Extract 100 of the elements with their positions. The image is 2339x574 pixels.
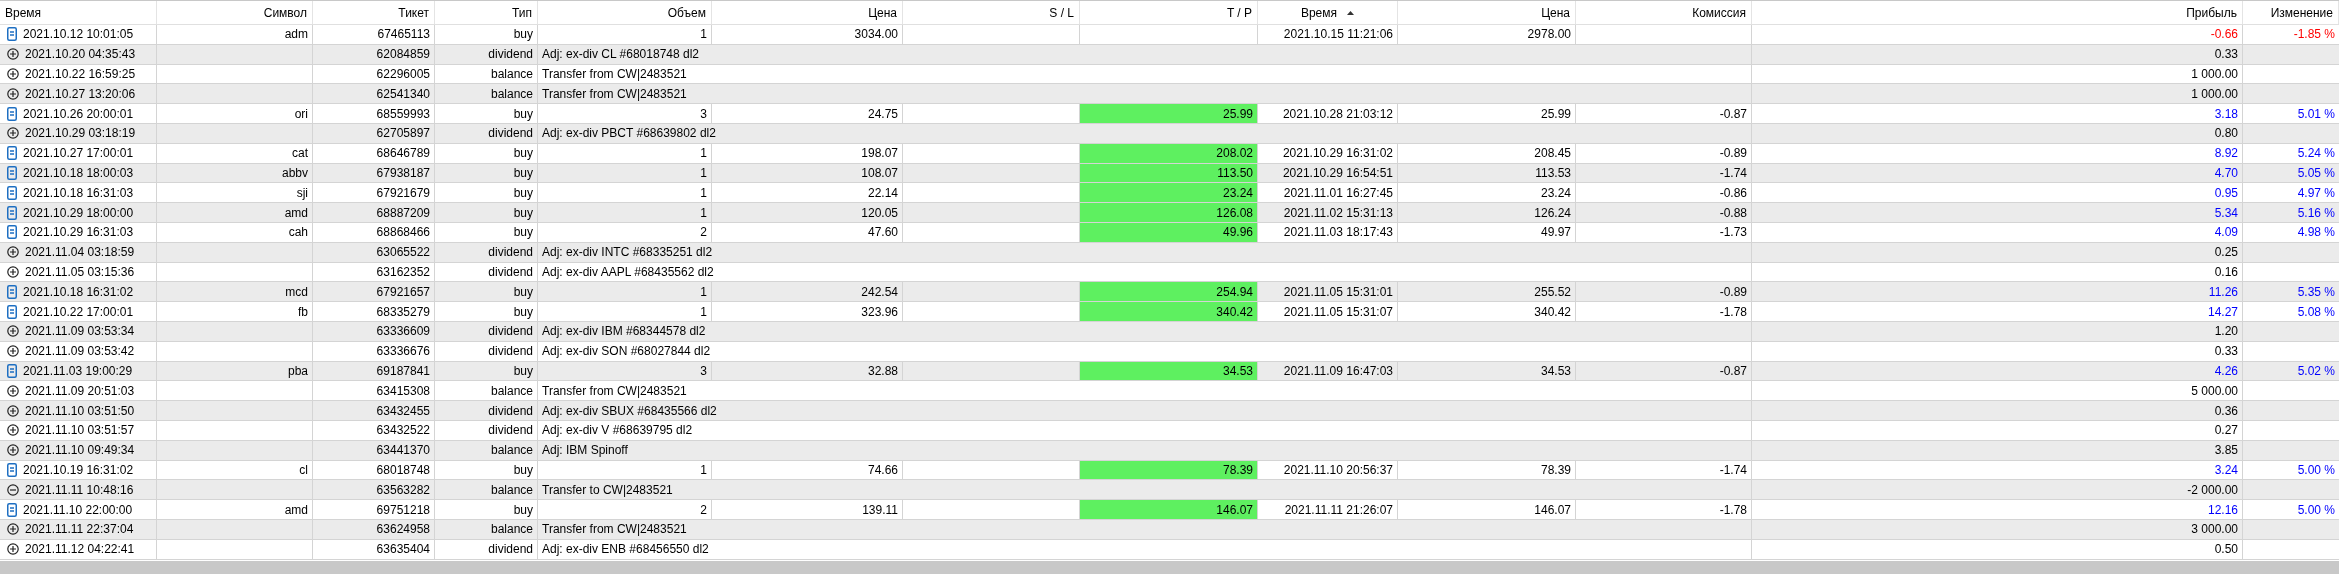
- table-cell: dividend: [435, 321, 538, 341]
- table-row[interactable]: 2021.11.11 10:48:16 63563282 balance Transfer to CW|2483521 -2 000.00: [0, 480, 2339, 501]
- table-cell: 63065522: [313, 242, 435, 262]
- table-row[interactable]: 2021.10.27 13:20:06 62541340 balance Transfer from CW|2483521 1 000.00: [0, 84, 2339, 105]
- table-row[interactable]: 2021.11.10 03:51:50 63432455 dividend Adj: ex-div SBUX #68435566 dl2 0.36: [0, 401, 2339, 421]
- table-row[interactable]: 2021.10.18 16:31:02 mcd 67921657 buy 1 242.54 254.94 2021.11.05 15:31:01 255.52 -0.89 11.26 5.35 %: [0, 282, 2339, 303]
- table-cell-text: 2021.10.22 17:00:01: [23, 303, 134, 321]
- table-cell: dividend: [435, 341, 538, 361]
- table-cell: Adj: IBM Spinoff: [538, 440, 1752, 460]
- table-cell: Adj: ex-div INTC #68335251 dl2: [538, 242, 1752, 262]
- document-icon: [7, 106, 17, 121]
- table-cell-text: 4.98 %: [2296, 224, 2336, 242]
- plus-circle-icon: [7, 543, 19, 556]
- table-cell: 23.24: [1080, 183, 1258, 203]
- table-cell: 254.94: [1080, 282, 1258, 302]
- table-row[interactable]: 2021.10.26 20:00:01 ori 68559993 buy 3 24.75 25.99 2021.10.28 21:03:12 25.99 -0.87 3.18 5.01 %: [0, 104, 2339, 124]
- table-row[interactable]: 2021.11.09 20:51:03 63415308 balance Transfer from CW|2483521 5 000.00: [0, 381, 2339, 402]
- table-cell: amd: [157, 203, 313, 222]
- table-cell-text: 2021.11.10 03:51:50: [25, 402, 135, 420]
- table-row[interactable]: 2021.11.12 04:22:41 63635404 dividend Adj: ex-div ENB #68456550 dl2 0.50: [0, 539, 2339, 560]
- table-cell: 47.60: [712, 222, 903, 242]
- table-cell: 74.66: [712, 460, 903, 480]
- table-row[interactable]: 2021.10.27 17:00:01 cat 68646789 buy 1 198.07 208.02 2021.10.29 16:31:02 208.45 -0.89 8.92 5.24 %: [0, 143, 2339, 164]
- table-row[interactable]: 2021.10.22 17:00:01 fb 68335279 buy 1 323.96 340.42 2021.11.05 15:31:07 340.42 -1.78 14.27 5.08 %: [0, 302, 2339, 322]
- table-row[interactable]: 2021.11.05 03:15:36 63162352 dividend Adj: ex-div AAPL #68435562 dl2 0.16: [0, 262, 2339, 283]
- table-cell: 2021.11.09 16:47:03: [1258, 361, 1398, 381]
- table-cell: 0.80: [1752, 124, 2243, 143]
- table-cell: 0.50: [1752, 539, 2243, 559]
- table-cell: balance: [435, 519, 538, 539]
- table-cell: dividend: [435, 124, 538, 143]
- table-cell: 63432455: [313, 401, 435, 420]
- table-cell: 69187841: [313, 361, 435, 381]
- table-cell: 0.36: [1752, 401, 2243, 420]
- table-cell-text: 2021.10.29 03:18:19: [25, 125, 136, 143]
- table-cell: 146.07: [1080, 500, 1258, 519]
- table-cell: 113.53: [1398, 163, 1576, 183]
- table-row[interactable]: 2021.11.09 03:53:42 63336676 dividend Adj: ex-div SON #68027844 dl2 0.33: [0, 341, 2339, 362]
- table-cell: Transfer from CW|2483521: [538, 381, 1752, 401]
- table-cell: 120.05: [712, 203, 903, 222]
- table-row[interactable]: 2021.11.04 03:18:59 63065522 dividend Adj: ex-div INTC #68335251 dl2 0.25: [0, 242, 2339, 263]
- table-cell: 1: [538, 143, 712, 163]
- table-row[interactable]: 2021.11.10 03:51:57 63432522 dividend Adj: ex-div V #68639795 dl2 0.27: [0, 420, 2339, 441]
- table-cell: 208.45: [1398, 143, 1576, 163]
- plus-circle-icon: [7, 384, 19, 397]
- table-cell: 68646789: [313, 143, 435, 163]
- table-cell-text: 5.08 %: [2296, 303, 2336, 321]
- plus-circle-icon: [7, 325, 19, 338]
- table-row[interactable]: 2021.10.20 04:35:43 62084859 dividend Adj: ex-div CL #68018748 dl2 0.33: [0, 44, 2339, 65]
- table-cell: 108.07: [712, 163, 903, 183]
- table-row[interactable]: 2021.10.19 16:31:02 cl 68018748 buy 1 74.66 78.39 2021.11.10 20:56:37 78.39 -1.74 3.24 5.00 %: [0, 460, 2339, 481]
- table-cell: buy: [435, 302, 538, 321]
- table-cell: Adj: ex-div CL #68018748 dl2: [538, 44, 1752, 64]
- table-cell: 0.33: [1752, 341, 2243, 361]
- table-cell: dividend: [435, 420, 538, 440]
- table-cell-text: 2021.10.18 18:00:03: [23, 164, 134, 182]
- table-cell: 68559993: [313, 104, 435, 123]
- table-cell: fb: [157, 302, 313, 321]
- table-row[interactable]: 2021.10.18 16:31:03 sji 67921679 buy 1 22.14 23.24 2021.11.01 16:27:45 23.24 -0.86 0.95 4.97 %: [0, 183, 2339, 204]
- table-row[interactable]: 2021.10.18 18:00:03 abbv 67938187 buy 1 108.07 113.50 2021.10.29 16:54:51 113.53 -1.74 4.70 5.05 %: [0, 163, 2339, 184]
- table-row[interactable]: 2021.10.29 18:00:00 amd 68887209 buy 1 120.05 126.08 2021.11.02 15:31:13 126.24 -0.88 5.34 5.16 %: [0, 203, 2339, 223]
- document-icon: [7, 146, 17, 161]
- table-cell: 126.24: [1398, 203, 1576, 222]
- table-cell-text: 2021.11.10 03:51:57: [25, 422, 135, 440]
- table-cell: 68018748: [313, 460, 435, 480]
- table-row[interactable]: 2021.10.29 16:31:03 cah 68868466 buy 2 47.60 49.96 2021.11.03 18:17:43 49.97 -1.73 4.09 4.98 %: [0, 222, 2339, 243]
- document-icon: [7, 304, 17, 319]
- table-cell-text: 2021.10.27 17:00:01: [23, 145, 134, 163]
- table-row[interactable]: 2021.11.03 19:00:29 pba 69187841 buy 3 32.88 34.53 2021.11.09 16:47:03 34.53 -0.87 4.26 5.02 %: [0, 361, 2339, 382]
- table-row[interactable]: 2021.11.11 22:37:04 63624958 balance Transfer from CW|2483521 3 000.00: [0, 519, 2339, 540]
- table-row[interactable]: 2021.10.12 10:01:05 adm 67465113 buy 1 3034.00 2021.10.15 11:21:06 2978.00 -0.66 -1.85 %: [0, 25, 2339, 45]
- table-cell: 67921657: [313, 282, 435, 302]
- plus-circle-icon: [7, 345, 19, 358]
- table-cell-text: 5.02 %: [2296, 362, 2336, 380]
- table-cell: 1: [538, 183, 712, 203]
- table-row[interactable]: 2021.10.29 03:18:19 62705897 dividend Adj: ex-div PBCT #68639802 dl2 0.80: [0, 124, 2339, 144]
- table-cell: 2021.10.28 21:03:12: [1258, 104, 1398, 123]
- table-cell: 63415308: [313, 381, 435, 401]
- table-row[interactable]: 2021.11.10 22:00:00 amd 69751218 buy 2 139.11 146.07 2021.11.11 21:26:07 146.07 -1.78 12.16 5.00 %: [0, 500, 2339, 520]
- table-cell: 0.25: [1752, 242, 2243, 262]
- table-cell-text: 2021.10.19 16:31:02: [23, 461, 134, 479]
- table-cell: cl: [157, 460, 313, 480]
- table-cell: 62541340: [313, 84, 435, 104]
- table-cell-text: 2021.10.18 16:31:03: [23, 184, 134, 202]
- table-cell-text: 2021.11.09 03:53:34: [25, 323, 135, 341]
- table-cell: mcd: [157, 282, 313, 302]
- table-cell: 63441370: [313, 440, 435, 460]
- table-cell: 4.26: [1752, 361, 2243, 381]
- table-cell: 5 000.00: [1752, 381, 2243, 401]
- table-cell: 3.85: [1752, 440, 2243, 460]
- table-cell-text: 2021.10.26 20:00:01: [23, 105, 134, 123]
- table-row[interactable]: 2021.11.09 03:53:34 63336609 dividend Adj: ex-div IBM #68344578 dl2 1.20: [0, 321, 2339, 342]
- table-cell: -1.73: [1576, 222, 1752, 242]
- table-cell: 49.97: [1398, 222, 1576, 242]
- table-row[interactable]: 2021.11.10 09:49:34 63441370 balance Adj: IBM Spinoff 3.85: [0, 440, 2339, 461]
- table-cell-text: 2021.11.03 19:00:29: [23, 362, 133, 380]
- table-cell: 2021.11.03 18:17:43: [1258, 222, 1398, 242]
- table-row[interactable]: 2021.10.22 16:59:25 62296005 balance Transfer from CW|2483521 1 000.00: [0, 64, 2339, 85]
- table-cell: 34.53: [1398, 361, 1576, 381]
- document-icon: [7, 225, 17, 240]
- table-cell-text: 2021.11.10 09:49:34: [25, 442, 135, 460]
